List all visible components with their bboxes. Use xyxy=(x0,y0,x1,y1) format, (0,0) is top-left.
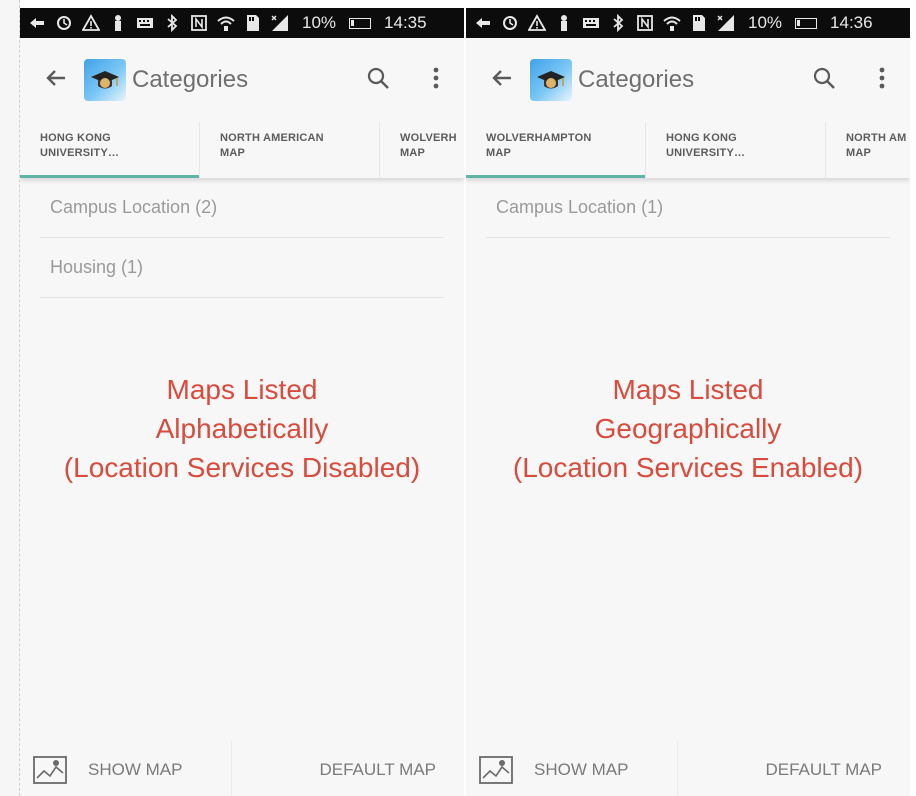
keyboard-icon xyxy=(582,14,600,32)
status-time: 14:36 xyxy=(830,13,873,32)
sd-card-icon xyxy=(690,14,708,32)
battery-icon xyxy=(349,17,372,29)
nfc-icon xyxy=(636,14,654,32)
arrow-back-icon xyxy=(45,67,67,94)
wifi-icon xyxy=(663,14,681,32)
sd-card-icon xyxy=(244,14,262,32)
list-item-housing[interactable]: Housing (1) xyxy=(40,238,444,298)
notification-icon xyxy=(109,14,127,32)
search-button[interactable] xyxy=(356,58,400,102)
status-time: 14:35 xyxy=(384,13,427,32)
category-list: Campus Location (2) Housing (1) xyxy=(40,178,444,298)
bottom-bar: SHOW MAP DEFAULT MAP xyxy=(20,741,464,796)
annotation-line: Maps Listed xyxy=(166,374,318,405)
sync-icon xyxy=(55,14,73,32)
default-map-button[interactable]: DEFAULT MAP xyxy=(232,760,464,780)
show-map-button[interactable]: SHOW MAP xyxy=(466,741,678,796)
battery-icon xyxy=(795,17,818,29)
warning-icon xyxy=(82,14,100,32)
annotation-caption: Maps Listed Geographically (Location Ser… xyxy=(466,370,910,487)
map-icon xyxy=(478,755,514,785)
app-bar: Categories xyxy=(466,38,910,122)
list-item-campus-location[interactable]: Campus Location (1) xyxy=(486,178,890,238)
annotation-caption: Maps Listed Alphabetically (Location Ser… xyxy=(20,370,464,487)
map-icon xyxy=(32,755,68,785)
status-icons: 10% 14:36 xyxy=(474,13,906,33)
search-icon xyxy=(366,66,390,95)
battery-percentage: 10% xyxy=(748,13,783,32)
app-logo-icon xyxy=(530,59,572,101)
category-tabs: WOLVERHAMPTON MAP HONG KONG UNIVERSITY… … xyxy=(466,122,910,178)
notification-icon xyxy=(555,14,573,32)
keyboard-icon xyxy=(136,14,154,32)
show-map-label: SHOW MAP xyxy=(534,760,629,779)
annotation-line: Maps Listed xyxy=(612,374,764,405)
page-title: Categories xyxy=(132,66,249,93)
bottom-bar: SHOW MAP DEFAULT MAP xyxy=(466,741,910,796)
phone-screen-geographical: 10% 14:36 Categories WOLVERHAMPTON MAP H… xyxy=(466,8,910,796)
nfc-icon xyxy=(190,14,208,32)
tab-north-american-map[interactable]: NORTH AM MAP xyxy=(826,122,910,178)
show-map-label: SHOW MAP xyxy=(88,760,183,779)
back-button[interactable] xyxy=(34,58,78,102)
signal-icon xyxy=(271,14,289,32)
screenshot-border xyxy=(0,0,20,796)
sync-icon xyxy=(501,14,519,32)
page-title: Categories xyxy=(578,66,695,93)
annotation-line: Geographically xyxy=(594,413,782,444)
phone-screen-alphabetical: 10% 14:35 Categories HONG KONG UNIVERSIT… xyxy=(20,8,464,796)
annotation-line: (Location Services Enabled) xyxy=(512,452,864,483)
warning-icon xyxy=(528,14,546,32)
list-item-campus-location[interactable]: Campus Location (2) xyxy=(40,178,444,238)
category-list: Campus Location (1) xyxy=(486,178,890,238)
tab-hong-kong-university[interactable]: HONG KONG UNIVERSITY… xyxy=(20,122,200,178)
search-button[interactable] xyxy=(802,58,846,102)
annotation-line: (Location Services Disabled) xyxy=(63,452,421,483)
search-icon xyxy=(812,66,836,95)
back-arrow-icon xyxy=(28,14,46,32)
status-bar: 10% 14:36 xyxy=(466,8,910,38)
screenshot-border-right xyxy=(910,0,916,796)
back-button[interactable] xyxy=(480,58,524,102)
wifi-icon xyxy=(217,14,235,32)
overflow-menu-button[interactable] xyxy=(860,58,904,102)
app-logo-icon xyxy=(84,59,126,101)
tab-north-american-map[interactable]: NORTH AMERICAN MAP xyxy=(200,122,380,178)
app-bar: Categories xyxy=(20,38,464,122)
more-vert-icon xyxy=(879,67,885,94)
overflow-menu-button[interactable] xyxy=(414,58,458,102)
default-map-button[interactable]: DEFAULT MAP xyxy=(678,760,910,780)
status-icons: 10% 14:35 xyxy=(28,13,460,33)
battery-percentage: 10% xyxy=(302,13,337,32)
status-bar: 10% 14:35 xyxy=(20,8,464,38)
signal-icon xyxy=(717,14,735,32)
more-vert-icon xyxy=(433,67,439,94)
category-tabs: HONG KONG UNIVERSITY… NORTH AMERICAN MAP… xyxy=(20,122,464,178)
tab-hong-kong-university[interactable]: HONG KONG UNIVERSITY… xyxy=(646,122,826,178)
bluetooth-icon xyxy=(163,14,181,32)
bluetooth-icon xyxy=(609,14,627,32)
annotation-line: Alphabetically xyxy=(155,413,329,444)
show-map-button[interactable]: SHOW MAP xyxy=(20,741,232,796)
arrow-back-icon xyxy=(491,67,513,94)
back-arrow-icon xyxy=(474,14,492,32)
tab-wolverhampton-map[interactable]: WOLVERHAMPTON MAP xyxy=(466,122,646,178)
tab-wolverhampton-map[interactable]: WOLVERH MAP xyxy=(380,122,464,178)
